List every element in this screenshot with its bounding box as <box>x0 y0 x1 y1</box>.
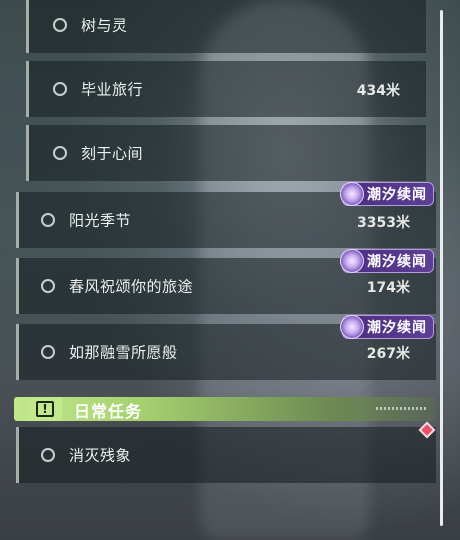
quest-status-circle-icon <box>53 82 67 96</box>
quest-item[interactable]: 刻于心间 <box>26 125 426 181</box>
quest-distance: 174米 <box>366 280 410 296</box>
quest-status-circle-icon <box>41 448 55 462</box>
badge-label: 潮汐续闻 <box>367 254 427 270</box>
quest-status-circle-icon <box>53 18 67 32</box>
quest-status-circle-icon <box>53 146 67 160</box>
quest-status-circle-icon <box>41 345 55 359</box>
section-decoration <box>376 407 428 410</box>
quest-title: 阳光季节 <box>69 211 132 230</box>
daily-quests-header[interactable]: ! 日常任务 <box>14 397 436 421</box>
badge-label: 潮汐续闻 <box>367 320 427 336</box>
daily-quest-item[interactable]: 消灭残象 <box>16 427 436 483</box>
tidal-story-icon <box>340 315 364 339</box>
section-title: 日常任务 <box>74 402 143 421</box>
quest-item[interactable]: 树与灵 <box>26 0 426 53</box>
quest-title: 刻于心间 <box>81 144 144 163</box>
quest-title: 如那融雪所愿般 <box>69 343 178 362</box>
quest-item[interactable]: 毕业旅行 434米 <box>26 61 426 117</box>
story-badge: 潮汐续闻 <box>340 249 434 273</box>
story-badge: 潮汐续闻 <box>340 315 434 339</box>
quest-title: 春风祝颂你的旅途 <box>69 277 194 296</box>
quest-status-circle-icon <box>41 213 55 227</box>
quest-distance: 434米 <box>356 83 400 99</box>
scrollbar[interactable] <box>440 10 443 526</box>
badge-label: 潮汐续闻 <box>367 187 427 203</box>
tidal-story-icon <box>340 182 364 206</box>
exclamation-icon: ! <box>28 397 62 421</box>
quest-distance: 3353米 <box>357 215 410 231</box>
tidal-story-icon <box>340 249 364 273</box>
quest-title: 树与灵 <box>81 16 128 35</box>
quest-title: 消灭残象 <box>69 446 132 465</box>
quest-title: 毕业旅行 <box>81 80 144 99</box>
quest-distance: 267米 <box>366 346 410 362</box>
story-badge: 潮汐续闻 <box>340 182 434 206</box>
quest-status-circle-icon <box>41 279 55 293</box>
